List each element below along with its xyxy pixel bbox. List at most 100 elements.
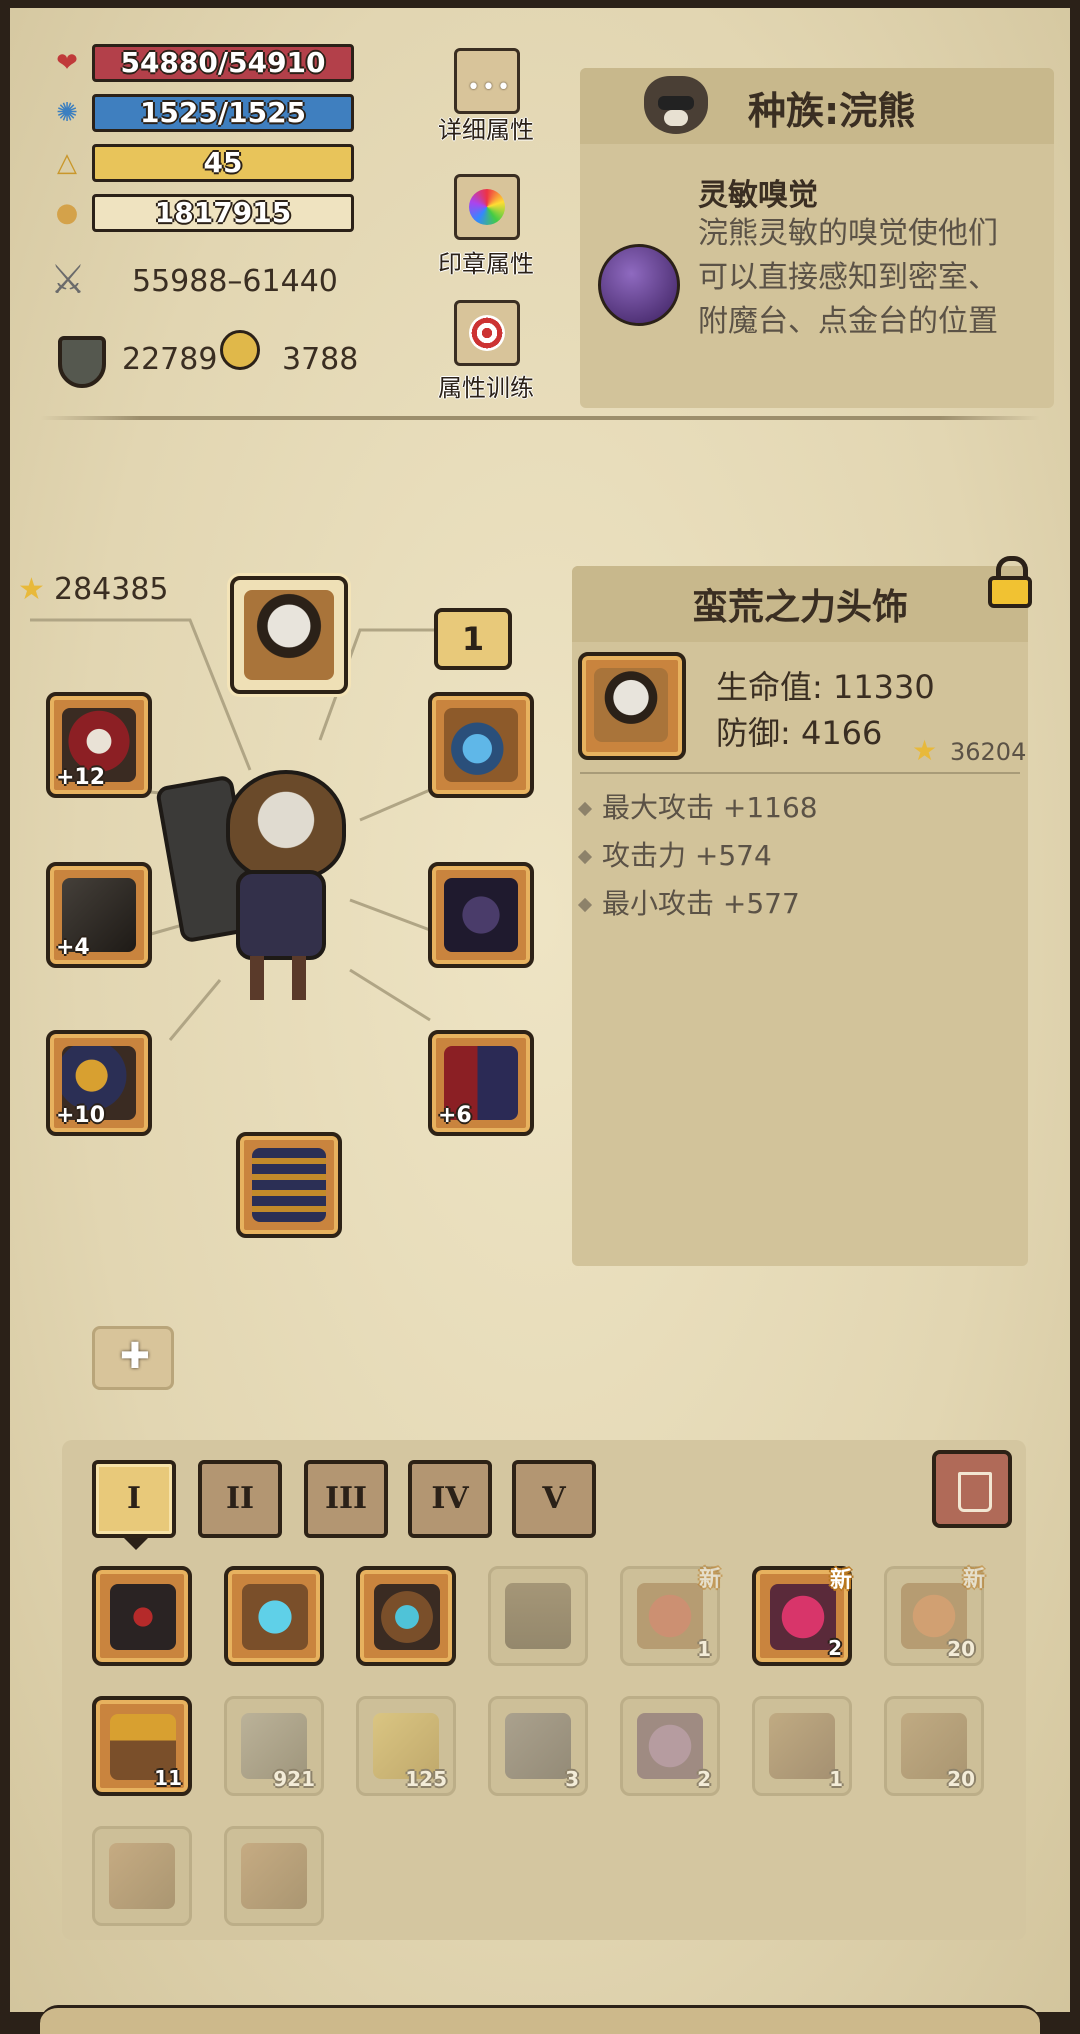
necklace-slot[interactable] bbox=[428, 692, 534, 798]
book-icon bbox=[109, 1843, 175, 1909]
robe-icon bbox=[505, 1583, 571, 1649]
pink-star-potion-icon bbox=[770, 1584, 836, 1650]
item-panel-divider bbox=[580, 772, 1020, 774]
inventory-slot-robe[interactable] bbox=[488, 1566, 588, 1666]
tab-1[interactable]: I bbox=[92, 1460, 176, 1538]
helmet-slot[interactable] bbox=[230, 576, 348, 694]
gloves-slot[interactable]: +4 bbox=[46, 862, 152, 968]
tab-3[interactable]: III bbox=[304, 1460, 388, 1538]
belt-icon bbox=[252, 1148, 326, 1222]
tab-2[interactable]: II bbox=[198, 1460, 282, 1538]
purple-pouch-icon bbox=[637, 1713, 703, 1779]
new-badge: 新 bbox=[829, 1568, 852, 1593]
crossed-swords-icon: ⚔ bbox=[50, 257, 86, 303]
item-name: 蛮荒之力头饰 bbox=[691, 587, 908, 628]
blue-amulet-icon bbox=[242, 1584, 308, 1650]
attribute-training-label: 属性训练 bbox=[438, 374, 534, 402]
inventory-slot-red-potion[interactable]: 1新 bbox=[620, 1566, 721, 1666]
dark-armor-icon bbox=[110, 1584, 176, 1650]
race-title: 种族:浣熊 bbox=[748, 89, 916, 133]
inventory-slot-glove[interactable]: 1 bbox=[752, 1696, 852, 1796]
target-icon bbox=[469, 315, 505, 351]
hook-icon bbox=[505, 1713, 571, 1779]
bonus-line: 最大攻击 +1168 bbox=[577, 786, 818, 826]
red-potion-icon bbox=[637, 1583, 703, 1649]
boots-slot[interactable]: +10 bbox=[46, 1030, 152, 1136]
inventory-slot-dark-armor[interactable] bbox=[92, 1566, 192, 1666]
inventory-slot-gold-crystal[interactable]: 125 bbox=[356, 1696, 456, 1796]
item-score-star-icon: ★ bbox=[912, 734, 938, 767]
inventory-slot-wood-log[interactable]: 20 bbox=[884, 1696, 984, 1796]
character-leg-left bbox=[250, 956, 264, 1000]
pants-level: +6 bbox=[438, 1103, 472, 1128]
heart-icon: ❤ bbox=[56, 48, 78, 78]
skill-description: 浣熊灵敏的嗅觉使他们可以直接感知到密室、附魔台、点金台的位置 bbox=[698, 216, 998, 339]
level-bar: 45 bbox=[92, 144, 354, 182]
character-body bbox=[236, 870, 326, 960]
tab-5[interactable]: V bbox=[512, 1460, 596, 1538]
item-count: 3 bbox=[565, 1767, 579, 1791]
hp-bar: 54880/54910 bbox=[92, 44, 354, 82]
active-tab-pointer-icon bbox=[124, 1538, 148, 1550]
seal-attributes-label: 印章属性 bbox=[438, 250, 534, 278]
item-count: 1 bbox=[829, 1767, 843, 1791]
mp-bar: 1525/1525 bbox=[92, 94, 354, 132]
seal-attributes-button[interactable] bbox=[454, 174, 520, 240]
lock-icon[interactable] bbox=[988, 556, 1032, 608]
trash-icon bbox=[958, 1472, 992, 1512]
item-preview-slot bbox=[578, 652, 686, 760]
attribute-training-button[interactable] bbox=[454, 300, 520, 366]
left-border bbox=[0, 0, 10, 2034]
horned-helmet-icon bbox=[244, 590, 334, 680]
page-badge[interactable]: 1 bbox=[434, 608, 512, 670]
discard-button[interactable] bbox=[932, 1450, 1012, 1528]
new-badge: 新 bbox=[962, 1567, 985, 1592]
plus-cross-icon: ✚ bbox=[119, 1336, 151, 1377]
right-border bbox=[1070, 0, 1080, 2034]
inventory-slot-bowl[interactable]: 20 新 bbox=[884, 1566, 985, 1666]
bottom-scroll-tabs bbox=[40, 2005, 1040, 2034]
armor-slot[interactable] bbox=[428, 862, 534, 968]
mana-icon: ✺ bbox=[56, 98, 78, 128]
item-count: 125 bbox=[405, 1767, 447, 1791]
detail-attributes-button[interactable]: ••• bbox=[454, 48, 520, 114]
inventory-slot-pink-star-potion[interactable]: 2新 bbox=[752, 1566, 852, 1666]
inventory-slot-hook[interactable]: 3 bbox=[488, 1696, 588, 1796]
boots-level: +10 bbox=[56, 1103, 106, 1128]
inventory-slot-star-ring[interactable] bbox=[356, 1566, 456, 1666]
top-border bbox=[0, 0, 1080, 8]
star-ring-icon bbox=[374, 1584, 440, 1650]
item-count: 11 bbox=[154, 1766, 182, 1790]
gold-icon: ● bbox=[55, 198, 79, 228]
inventory-slot-book[interactable] bbox=[224, 1826, 324, 1926]
power-value: 3788 bbox=[282, 342, 359, 377]
pants-slot[interactable]: +6 bbox=[428, 1030, 534, 1136]
detail-attributes-label: 详细属性 bbox=[438, 116, 534, 144]
level-icon: △ bbox=[57, 148, 77, 178]
item-count: 921 bbox=[273, 1767, 315, 1791]
inventory-slot-iron-ingot[interactable]: 921 bbox=[224, 1696, 324, 1796]
inventory-slot-purple-pouch[interactable]: 2 bbox=[620, 1696, 720, 1796]
raccoon-icon bbox=[644, 76, 708, 134]
power-fist-icon bbox=[220, 330, 260, 370]
item-count: 1 bbox=[697, 1637, 711, 1661]
shield-icon bbox=[58, 336, 106, 388]
attack-value: 55988–61440 bbox=[132, 264, 338, 299]
weapon-level: +12 bbox=[56, 765, 106, 790]
item-count: 2 bbox=[697, 1767, 711, 1791]
item-hp: 生命值: 11330 bbox=[716, 668, 935, 706]
inventory-slot-book[interactable] bbox=[92, 1826, 192, 1926]
horned-helmet-icon bbox=[594, 668, 668, 742]
add-gem-button[interactable]: ✚ bbox=[92, 1326, 174, 1390]
belt-slot[interactable] bbox=[236, 1132, 342, 1238]
inventory-slot-blue-amulet[interactable] bbox=[224, 1566, 324, 1666]
glove-icon bbox=[769, 1713, 835, 1779]
tab-4[interactable]: IV bbox=[408, 1460, 492, 1538]
inventory-slot-treasure-chest[interactable]: 11 bbox=[92, 1696, 192, 1796]
item-count: 2 bbox=[828, 1636, 842, 1660]
item-defense: 防御: 4166 bbox=[716, 714, 883, 752]
bonus-line: 最小攻击 +577 bbox=[577, 882, 800, 922]
weapon-slot[interactable]: +12 bbox=[46, 692, 152, 798]
section-divider bbox=[40, 416, 1040, 420]
book-icon bbox=[241, 1843, 307, 1909]
